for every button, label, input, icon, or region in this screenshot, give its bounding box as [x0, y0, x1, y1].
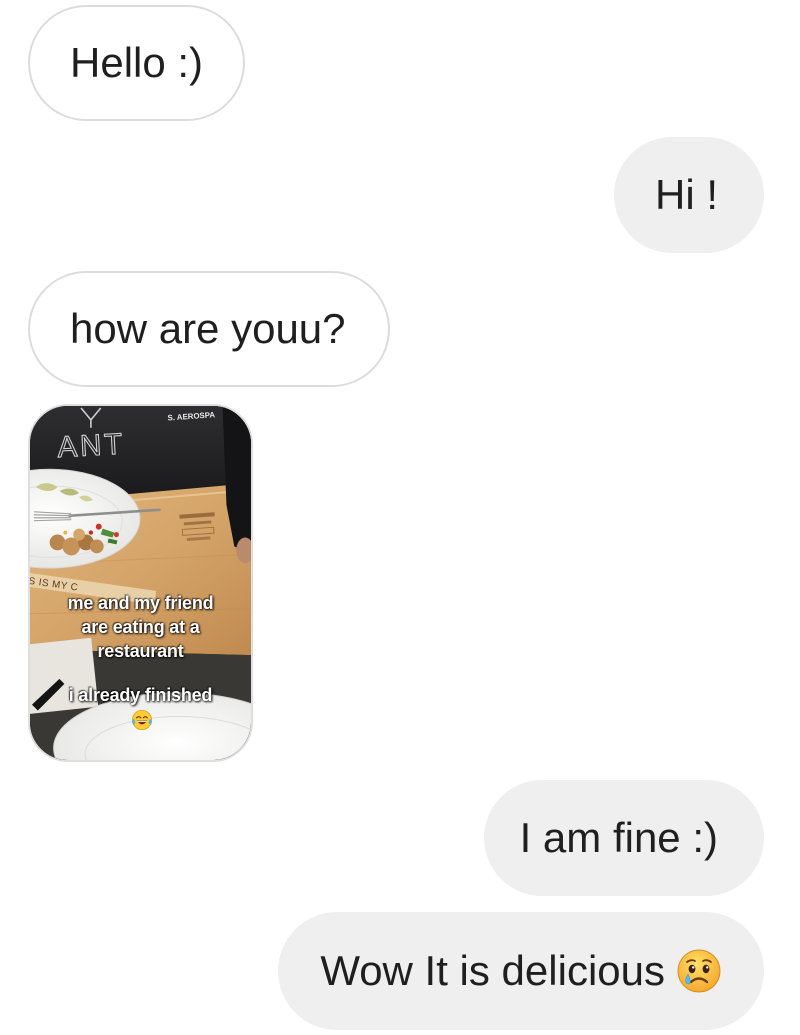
- message-bubble-incoming[interactable]: Hello :): [28, 5, 245, 121]
- message-text: how are youu?: [70, 305, 346, 352]
- message-text: Hi !: [655, 171, 718, 218]
- caption-line: restaurant: [97, 641, 184, 661]
- caption-line: me and my friend: [67, 593, 214, 613]
- face-with-tears-of-joy-icon: [132, 710, 152, 730]
- caption-line: are eating at a: [81, 617, 200, 637]
- paper-text: DH: [105, 672, 118, 682]
- message-text: Wow It is delicious: [320, 947, 665, 994]
- chat-thread[interactable]: Hello :) Hi ! how are youu? ANT S. AEROS…: [0, 0, 800, 1035]
- message-bubble-outgoing[interactable]: I am fine :): [484, 780, 764, 896]
- shirt-lettering: ANT: [57, 427, 126, 464]
- secondary-caption: i already finished: [68, 685, 213, 705]
- photo-caption: me and my friend are eating at a restaur…: [30, 591, 251, 663]
- message-text: I am fine :): [519, 814, 718, 861]
- message-bubble-outgoing[interactable]: Hi !: [614, 137, 764, 253]
- message-bubble-incoming[interactable]: how are youu?: [28, 271, 390, 387]
- photo-story-card[interactable]: ANT S. AEROSPA S IS MY C DH me and my fr…: [28, 404, 253, 762]
- message-bubble-outgoing[interactable]: Wow It is delicious: [278, 912, 764, 1030]
- message-text: Hello :): [70, 39, 204, 86]
- sad-face-with-tear-icon: [677, 949, 721, 993]
